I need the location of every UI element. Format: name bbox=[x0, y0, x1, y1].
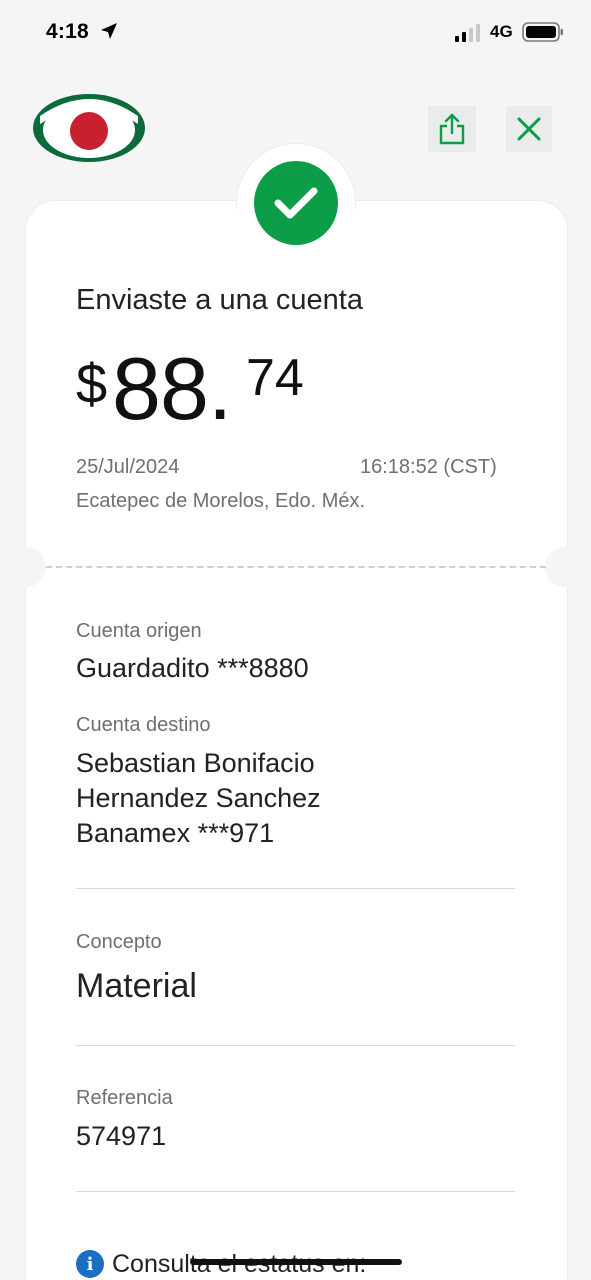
share-icon bbox=[439, 113, 465, 145]
reference-label: Referencia bbox=[76, 1087, 173, 1109]
reference-value: 574971 bbox=[76, 1121, 167, 1151]
ticket-divider bbox=[46, 566, 546, 568]
destination-bank: Banamex ***971 bbox=[76, 818, 275, 848]
divider bbox=[76, 888, 515, 889]
destination-name-line1: Sebastian Bonifacio bbox=[76, 748, 315, 778]
location-arrow-icon bbox=[101, 23, 117, 39]
destination-name-line2: Hernandez Sanchez bbox=[76, 783, 321, 813]
battery-icon bbox=[522, 22, 563, 42]
network-type: 4G bbox=[490, 22, 513, 41]
checkmark-icon bbox=[274, 187, 318, 219]
success-badge bbox=[254, 161, 338, 245]
amount-integer: 88. bbox=[112, 339, 232, 438]
receipt-title: Enviaste a una cuenta bbox=[76, 284, 363, 316]
share-button[interactable] bbox=[428, 106, 476, 152]
status-bar: 4:18 4G bbox=[0, 0, 591, 64]
transaction-location: Ecatepec de Morelos, Edo. Méx. bbox=[76, 490, 366, 512]
status-time: 4:18 bbox=[46, 20, 89, 43]
origin-account-label: Cuenta origen bbox=[76, 620, 202, 642]
transaction-time: 16:18:52 (CST) bbox=[360, 456, 497, 478]
close-button[interactable] bbox=[506, 106, 552, 152]
amount-currency: $ bbox=[76, 352, 108, 415]
transaction-date: 25/Jul/2024 bbox=[76, 456, 180, 478]
origin-account-value: Guardadito ***8880 bbox=[76, 653, 309, 683]
divider bbox=[76, 1045, 515, 1046]
ticket-notch-left bbox=[6, 547, 46, 587]
ticket-notch-right bbox=[545, 547, 585, 587]
signal-icon bbox=[455, 24, 480, 42]
concept-value: Material bbox=[76, 967, 197, 1005]
amount-decimal: 74 bbox=[246, 349, 304, 407]
concept-label: Concepto bbox=[76, 931, 162, 953]
info-icon: i bbox=[76, 1250, 104, 1278]
divider bbox=[76, 1191, 515, 1192]
bank-logo bbox=[33, 94, 145, 162]
destination-account-label: Cuenta destino bbox=[76, 714, 211, 736]
home-indicator bbox=[190, 1259, 402, 1265]
close-icon bbox=[517, 117, 541, 141]
